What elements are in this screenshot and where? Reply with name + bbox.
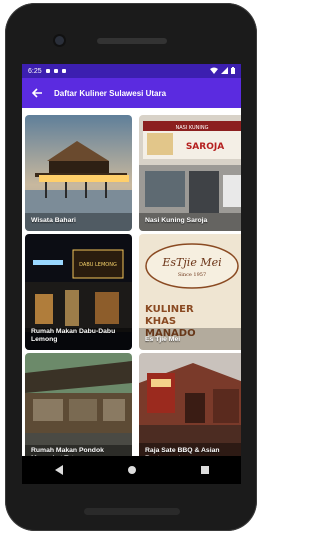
app-bar: Daftar Kuliner Sulawesi Utara — [22, 78, 241, 108]
notification-icon — [53, 69, 58, 73]
wisata-bahari-image — [25, 115, 132, 231]
logo-since: Since 1957 — [178, 272, 206, 278]
kuliner-text: KULINER — [145, 304, 194, 315]
card-label: Wisata Bahari — [31, 217, 76, 225]
status-icons — [210, 66, 235, 76]
card-es-tjie-mei[interactable]: EsTjie Mei Since 1957 KULINER KHAS MANAD… — [139, 234, 241, 350]
app-screen: 6:25 Daftar Kuliner Sulawesi Utara Wisat… — [22, 64, 241, 484]
card-label: Rumah Makan Dabu-Dabu Lemong — [31, 328, 116, 344]
khas-text: KHAS — [145, 316, 176, 327]
card-raja-sate[interactable]: Raja Sate BBQ & Asian Restaurant — [139, 353, 241, 469]
nav-recent-icon[interactable] — [200, 466, 209, 474]
battery-icon — [231, 66, 235, 76]
es-tjie-mei-image: EsTjie Mei Since 1957 KULINER KHAS MANAD… — [139, 234, 241, 350]
card-wisata-bahari[interactable]: Wisata Bahari — [25, 115, 132, 231]
nav-home-icon[interactable] — [127, 466, 136, 474]
neon-text: DABU LEMONG — [79, 262, 117, 268]
logo-text: EsTjie Mei — [161, 256, 221, 269]
sign-text: SAROJA — [186, 142, 224, 152]
card-dabu-dabu-lemong[interactable]: DABU LEMONG Rumah Makan Dabu-Dabu Lemong — [25, 234, 132, 350]
sign-subtext: NASI KUNING — [175, 125, 208, 131]
earpiece-speaker — [97, 38, 167, 44]
nasi-kuning-saroja-image: NASI KUNING SAROJA — [139, 115, 241, 231]
page-title: Daftar Kuliner Sulawesi Utara — [54, 88, 167, 98]
wifi-icon — [210, 67, 218, 76]
card-label: Es Tjie Mei — [145, 336, 181, 344]
front-camera — [55, 36, 64, 45]
card-pondok-maengket[interactable]: Rumah Makan Pondok Maengket Teterusan — [25, 353, 132, 469]
phone-top — [5, 3, 257, 73]
signal-icon — [221, 66, 228, 76]
android-nav-bar — [22, 456, 241, 484]
culinary-grid: Wisata Bahari NASI KUNING SAROJA Nasi Ku… — [22, 108, 241, 484]
card-label: Nasi Kuning Saroja — [145, 217, 208, 225]
back-arrow-icon[interactable] — [30, 86, 44, 100]
phone-bottom-bar — [84, 508, 180, 515]
status-bar: 6:25 — [22, 64, 241, 78]
settings-icon — [45, 69, 50, 73]
nav-back-icon[interactable] — [54, 465, 63, 475]
status-time: 6:25 — [28, 67, 42, 75]
sd-card-icon — [61, 69, 66, 73]
card-nasi-kuning-saroja[interactable]: NASI KUNING SAROJA Nasi Kuning Saroja — [139, 115, 241, 231]
